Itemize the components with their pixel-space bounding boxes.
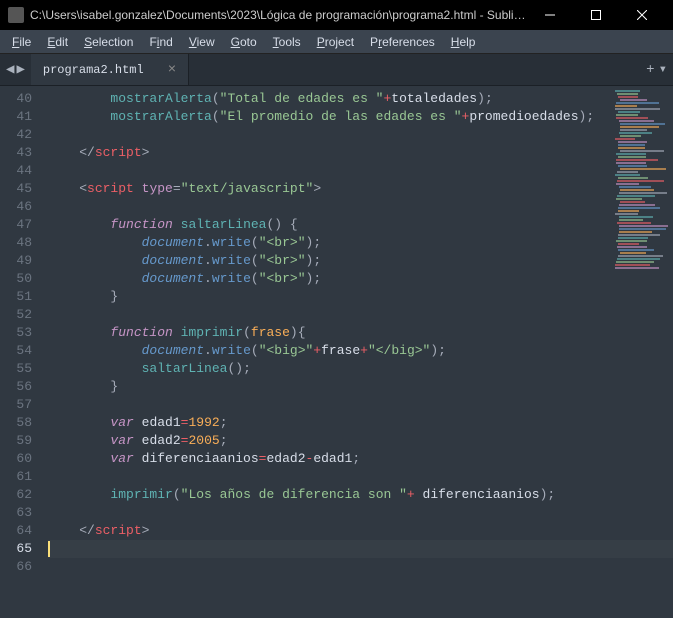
code-line[interactable] [48,162,673,180]
code-line[interactable]: var diferenciaanios=edad2-edad1; [48,450,673,468]
code-line[interactable] [48,468,673,486]
code-line[interactable]: saltarLinea(); [48,360,673,378]
tabstrip: ◀ ▶ programa2.html × + ▾ [0,54,673,86]
code-area[interactable]: mostrarAlerta("Total de edades es "+tota… [40,86,673,618]
line-number: 42 [0,126,32,144]
line-number: 51 [0,288,32,306]
code-line[interactable]: </script> [48,522,673,540]
code-line[interactable]: document.write("<br>"); [48,234,673,252]
line-number: 50 [0,270,32,288]
menu-find[interactable]: Find [141,33,180,51]
menu-tools[interactable]: Tools [265,33,309,51]
code-line[interactable]: <script type="text/javascript"> [48,180,673,198]
line-number: 61 [0,468,32,486]
line-number: 54 [0,342,32,360]
code-line[interactable]: document.write("<big>"+frase+"</big>"); [48,342,673,360]
code-line[interactable] [48,540,673,558]
line-number: 40 [0,90,32,108]
line-number: 53 [0,324,32,342]
close-button[interactable] [619,0,665,30]
code-line[interactable]: } [48,378,673,396]
line-number: 57 [0,396,32,414]
menubar: File Edit Selection Find View Goto Tools… [0,30,673,54]
code-line[interactable] [48,126,673,144]
code-line[interactable]: mostrarAlerta("El promedio de las edades… [48,108,673,126]
code-line[interactable]: </script> [48,144,673,162]
menu-goto[interactable]: Goto [223,33,265,51]
line-number: 55 [0,360,32,378]
menu-preferences[interactable]: Preferences [362,33,443,51]
tab-overflow-icon[interactable]: ▾ [659,61,667,78]
code-line[interactable]: function saltarLinea() { [48,216,673,234]
app-icon [8,7,24,23]
line-number: 66 [0,558,32,576]
nav-back-icon[interactable]: ◀ [6,61,14,78]
line-number: 46 [0,198,32,216]
code-line[interactable] [48,198,673,216]
line-number: 62 [0,486,32,504]
code-line[interactable]: document.write("<br>"); [48,252,673,270]
line-number: 63 [0,504,32,522]
line-number: 44 [0,162,32,180]
code-line[interactable] [48,396,673,414]
line-number: 56 [0,378,32,396]
close-icon[interactable]: × [168,62,176,78]
line-number: 64 [0,522,32,540]
menu-help[interactable]: Help [443,33,484,51]
menu-selection[interactable]: Selection [76,33,141,51]
minimize-button[interactable] [527,0,573,30]
code-line[interactable]: imprimir("Los años de diferencia son "+ … [48,486,673,504]
nav-arrows[interactable]: ◀ ▶ [0,54,31,85]
line-number: 43 [0,144,32,162]
line-number: 45 [0,180,32,198]
line-number: 65 [0,540,32,558]
code-line[interactable]: function imprimir(frase){ [48,324,673,342]
line-number: 59 [0,432,32,450]
code-line[interactable]: var edad1=1992; [48,414,673,432]
titlebar: C:\Users\isabel.gonzalez\Documents\2023\… [0,0,673,30]
menu-project[interactable]: Project [309,33,362,51]
maximize-button[interactable] [573,0,619,30]
line-number: 48 [0,234,32,252]
line-number: 41 [0,108,32,126]
minimap[interactable] [615,90,665,290]
tab-programa2[interactable]: programa2.html × [31,54,189,85]
menu-edit[interactable]: Edit [39,33,76,51]
menu-file[interactable]: File [4,33,39,51]
code-line[interactable]: var edad2=2005; [48,432,673,450]
editor[interactable]: 4041424344454647484950515253545556575859… [0,86,673,618]
code-line[interactable] [48,504,673,522]
tab-label: programa2.html [43,63,144,77]
line-number: 49 [0,252,32,270]
line-number: 58 [0,414,32,432]
window-title: C:\Users\isabel.gonzalez\Documents\2023\… [30,8,527,22]
code-line[interactable] [48,306,673,324]
nav-forward-icon[interactable]: ▶ [16,61,24,78]
line-number: 47 [0,216,32,234]
code-line[interactable]: document.write("<br>"); [48,270,673,288]
code-line[interactable] [48,558,673,576]
gutter: 4041424344454647484950515253545556575859… [0,86,40,618]
menu-view[interactable]: View [181,33,223,51]
line-number: 52 [0,306,32,324]
code-line[interactable]: } [48,288,673,306]
code-line[interactable]: mostrarAlerta("Total de edades es "+tota… [48,90,673,108]
new-tab-icon[interactable]: + [646,62,654,78]
line-number: 60 [0,450,32,468]
